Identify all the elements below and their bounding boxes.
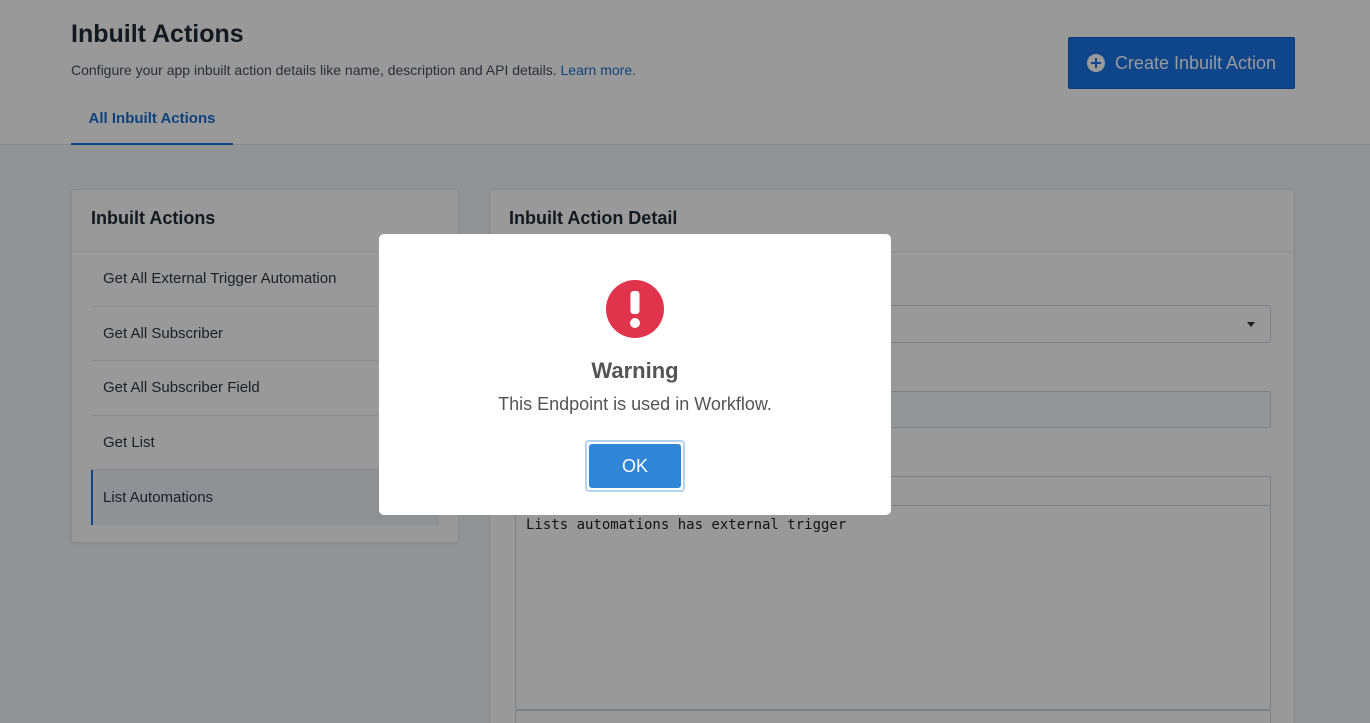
dialog-title: Warning xyxy=(591,358,679,383)
ok-button-focus-ring: OK xyxy=(585,440,685,492)
warning-dialog: Warning This Endpoint is used in Workflo… xyxy=(379,234,891,515)
ok-button[interactable]: OK xyxy=(589,444,681,488)
dialog-message: This Endpoint is used in Workflow. xyxy=(498,394,772,414)
exclamation-icon xyxy=(605,279,665,339)
page: Inbuilt Actions Configure your app inbui… xyxy=(0,0,1370,723)
